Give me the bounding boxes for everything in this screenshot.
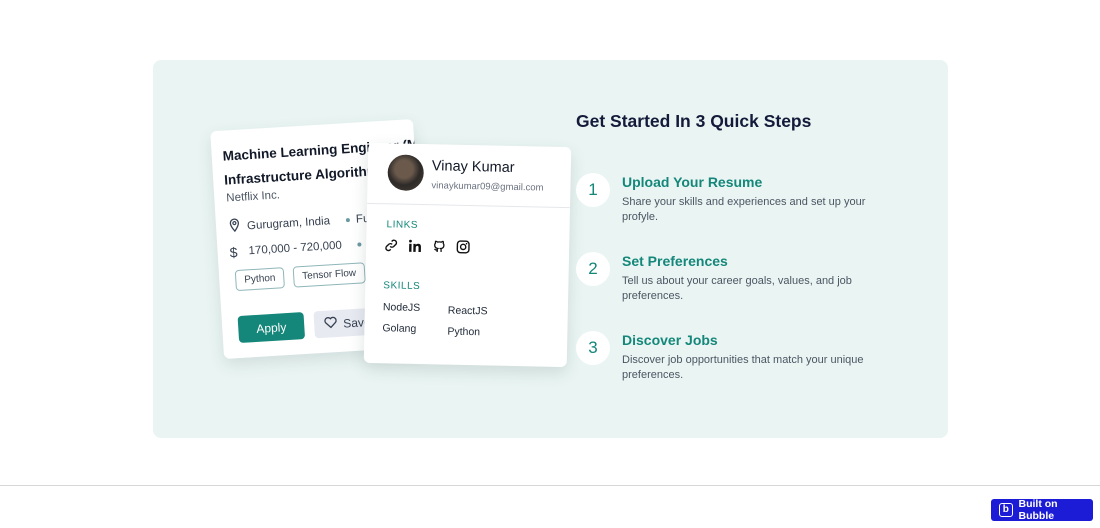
- built-on-bubble-badge[interactable]: b Built on Bubble: [991, 498, 1093, 522]
- skill-item: NodeJS: [382, 301, 421, 315]
- step-title: Upload Your Resume: [622, 174, 763, 190]
- step-number: 2: [576, 252, 610, 286]
- separator-dot: [357, 242, 362, 247]
- skill-item: Python: [447, 325, 481, 339]
- skills-label: SKILLS: [383, 280, 421, 293]
- location-pin-icon: [228, 218, 242, 236]
- job-company: Netflix Inc.: [225, 189, 281, 205]
- step-description: Share your skills and experiences and se…: [622, 196, 866, 223]
- dollar-icon: $: [229, 243, 238, 261]
- github-icon[interactable]: [432, 239, 446, 253]
- job-location-row: Gurugram, India Fu: [228, 210, 370, 236]
- step-number: 1: [576, 173, 610, 207]
- job-location: Gurugram, India: [246, 214, 331, 232]
- profile-name: Vinay Kumar: [431, 158, 515, 176]
- skill-tag: Tensor Flow: [292, 262, 366, 288]
- profile-card: Vinay Kumar vinaykumar09@gmail.com LINKS…: [363, 142, 572, 368]
- links-label: LINKS: [386, 219, 419, 231]
- instagram-icon[interactable]: [456, 240, 470, 254]
- step-description: Tell us about your career goals, values,…: [622, 275, 852, 302]
- bubble-logo-icon: b: [999, 503, 1013, 517]
- steps-heading: Get Started In 3 Quick Steps: [576, 111, 812, 131]
- avatar: [387, 154, 425, 192]
- step-title: Set Preferences: [622, 253, 728, 269]
- step-description: Discover job opportunities that match yo…: [622, 354, 864, 381]
- profile-email: vinaykumar09@gmail.com: [431, 180, 544, 194]
- apply-button[interactable]: Apply: [237, 312, 306, 344]
- skill-item: ReactJS: [447, 304, 488, 318]
- separator-dot: [345, 217, 351, 222]
- badge-label: Built on Bubble: [1018, 498, 1058, 522]
- job-salary: 170,000 - 720,000: [248, 239, 343, 258]
- step-title: Discover Jobs: [622, 332, 718, 348]
- linkedin-icon[interactable]: [408, 239, 422, 253]
- links-icons: [384, 238, 470, 254]
- job-salary-row: $ 170,000 - 720,000 N: [229, 236, 376, 261]
- footer-divider: [0, 485, 1100, 486]
- link-icon[interactable]: [384, 238, 398, 252]
- heart-icon: [324, 316, 338, 332]
- step-number: 3: [576, 331, 610, 365]
- divider: [367, 202, 571, 209]
- skill-item: Golang: [382, 322, 417, 335]
- skill-tag: Python: [234, 267, 286, 292]
